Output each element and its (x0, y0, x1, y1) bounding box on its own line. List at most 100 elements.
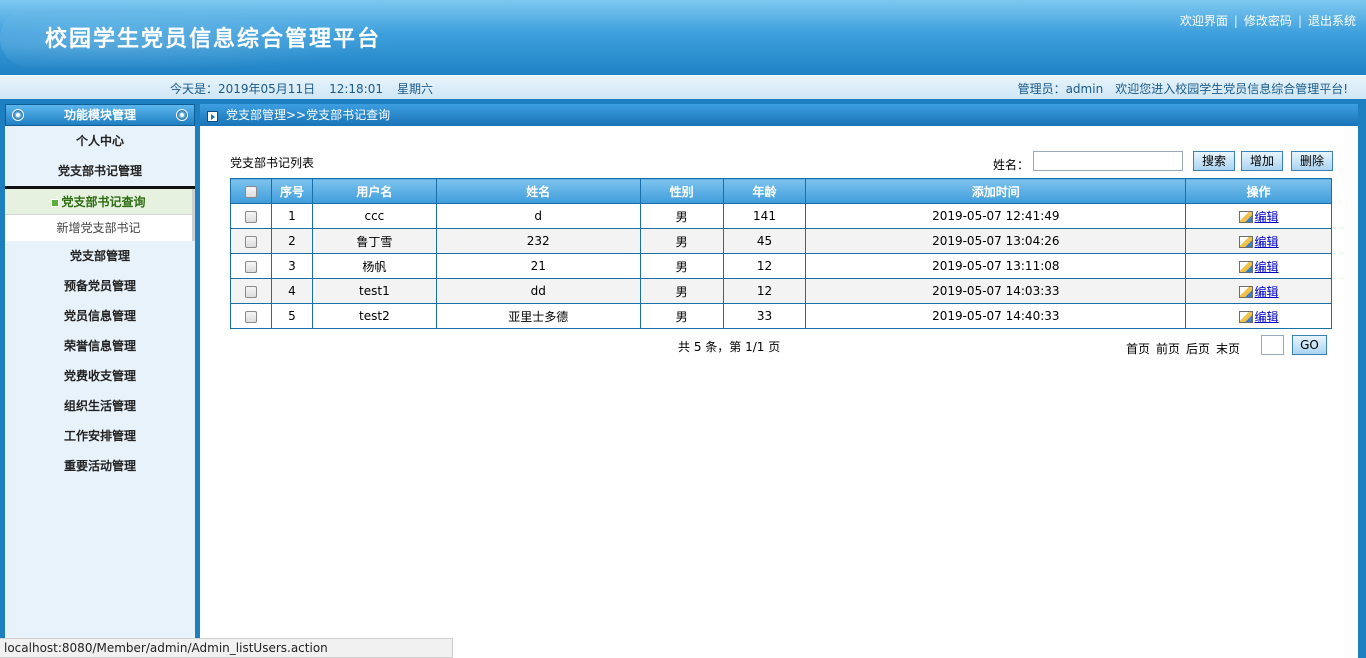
clock: 12:18:01 (329, 82, 383, 96)
search-button[interactable]: 搜索 (1193, 151, 1235, 171)
cell-age: 141 (722, 203, 807, 229)
cell-username: ccc (311, 203, 437, 229)
row-checkbox[interactable] (244, 210, 257, 223)
cell-gender: 男 (639, 253, 724, 279)
delete-button[interactable]: 删除 (1291, 151, 1333, 171)
change-password-link[interactable]: 修改密码 (1244, 14, 1292, 28)
submenu-item-add-secretary[interactable]: 新增党支部书记 (5, 215, 192, 241)
edit-icon[interactable] (1238, 286, 1253, 298)
table-row: 4 test1 dd 男 12 2019-05-07 14:03:33 编辑 (230, 278, 1332, 304)
column-header: 姓名 (435, 178, 641, 204)
cell-age: 12 (722, 253, 807, 279)
name-search-input[interactable] (1033, 151, 1183, 171)
cell-added-time: 2019-05-07 14:40:33 (805, 303, 1187, 329)
table-row: 2 鲁丁雪 232 男 45 2019-05-07 13:04:26 编辑 (230, 228, 1332, 254)
edit-icon[interactable] (1238, 311, 1253, 323)
row-select-cell[interactable] (230, 278, 272, 304)
info-strip: 今天是：2019年05月11日 12:18:01 星期六 管理员：admin 欢迎您进… (0, 75, 1366, 99)
cell-no: 4 (270, 278, 313, 304)
cell-gender: 男 (639, 303, 724, 329)
row-checkbox[interactable] (244, 285, 257, 298)
column-header: 操作 (1185, 178, 1332, 204)
edit-link[interactable]: 编辑 (1255, 285, 1279, 299)
welcome-message: 欢迎您进入校园学生党员信息综合管理平台! (1115, 82, 1348, 96)
page-summary: 共 5 条，第 1/1 页 (678, 340, 781, 354)
row-checkbox[interactable] (244, 310, 257, 323)
search-label: 姓名： (993, 158, 1030, 172)
sidebar-item-org-life[interactable]: 组织生活管理 (5, 391, 195, 421)
column-header: 序号 (270, 178, 313, 204)
sidebar-item-work-plan[interactable]: 工作安排管理 (5, 421, 195, 451)
edit-icon[interactable] (1238, 211, 1253, 223)
welcome-link[interactable]: 欢迎界面 (1180, 14, 1228, 28)
logout-link[interactable]: 退出系统 (1308, 14, 1356, 28)
add-button[interactable]: 增加 (1241, 151, 1283, 171)
weekday: 星期六 (397, 82, 434, 96)
go-button[interactable]: GO (1292, 335, 1327, 355)
sidebar-item-probationary[interactable]: 预备党员管理 (5, 271, 195, 301)
cell-gender: 男 (639, 228, 724, 254)
main-panel: 党支部管理>>党支部书记查询 党支部书记列表 姓名： 搜索 增加 删除 序号 用… (200, 104, 1358, 658)
edit-link[interactable]: 编辑 (1255, 260, 1279, 274)
submenu-item-secretary-query[interactable]: 党支部书记查询 (5, 189, 192, 215)
cell-no: 1 (270, 203, 313, 229)
cell-actions: 编辑 (1185, 228, 1332, 254)
cell-actions: 编辑 (1185, 303, 1332, 329)
user-info: 管理员：admin 欢迎您进入校园学生党员信息综合管理平台! (1006, 80, 1348, 97)
cell-no: 3 (270, 253, 313, 279)
row-select-cell[interactable] (230, 253, 272, 279)
top-banner: 校园学生党员信息综合管理平台 欢迎界面 | 修改密码 | 退出系统 (0, 0, 1366, 75)
sidebar-item-dues[interactable]: 党费收支管理 (5, 361, 195, 391)
cell-gender: 男 (639, 203, 724, 229)
date-display: 今天是：2019年05月11日 12:18:01 星期六 (170, 80, 447, 97)
table-row: 1 ccc d 男 141 2019-05-07 12:41:49 编辑 (230, 203, 1332, 229)
cell-username: 杨帆 (311, 253, 437, 279)
column-header: 年龄 (722, 178, 807, 204)
sidebar-item-honor[interactable]: 荣誉信息管理 (5, 331, 195, 361)
next-page-link[interactable]: 后页 (1186, 342, 1210, 356)
edit-link[interactable]: 编辑 (1255, 235, 1279, 249)
cell-added-time: 2019-05-07 13:04:26 (805, 228, 1187, 254)
edit-link[interactable]: 编辑 (1255, 310, 1279, 324)
sidebar-item-branch[interactable]: 党支部管理 (5, 241, 195, 271)
secretary-submenu: 党支部书记查询 新增党支部书记 (5, 189, 195, 241)
column-header: 用户名 (311, 178, 437, 204)
sidebar-item-member-info[interactable]: 党员信息管理 (5, 301, 195, 331)
cell-name: dd (435, 278, 641, 304)
cell-age: 33 (722, 303, 807, 329)
circle-icon (176, 109, 188, 121)
breadcrumb-text: 党支部管理>>党支部书记查询 (226, 108, 391, 122)
cell-age: 45 (722, 228, 807, 254)
cell-actions: 编辑 (1185, 278, 1332, 304)
sidebar-menu-lower: 党支部管理 预备党员管理 党员信息管理 荣誉信息管理 党费收支管理 组织生活管理… (5, 241, 195, 481)
column-header: 添加时间 (805, 178, 1187, 204)
row-select-cell[interactable] (230, 203, 272, 229)
edit-icon[interactable] (1238, 261, 1253, 273)
row-checkbox[interactable] (244, 235, 257, 248)
edit-icon[interactable] (1238, 236, 1253, 248)
row-checkbox[interactable] (244, 260, 257, 273)
circle-icon (12, 109, 24, 121)
row-select-cell[interactable] (230, 303, 272, 329)
play-icon (207, 111, 218, 122)
cell-added-time: 2019-05-07 12:41:49 (805, 203, 1187, 229)
top-links: 欢迎界面 | 修改密码 | 退出系统 (1179, 14, 1356, 28)
row-select-cell[interactable] (230, 228, 272, 254)
table-row: 5 test2 亚里士多德男 33 2019-05-07 14:40:33 编辑 (230, 303, 1332, 329)
cell-actions: 编辑 (1185, 253, 1332, 279)
first-page-link[interactable]: 首页 (1126, 342, 1150, 356)
sidebar-item-activities[interactable]: 重要活动管理 (5, 451, 195, 481)
select-all-checkbox[interactable] (244, 185, 257, 198)
select-all-header[interactable] (230, 178, 272, 204)
prev-page-link[interactable]: 前页 (1156, 342, 1180, 356)
sidebar-item-secretary-management[interactable]: 党支部书记管理 (5, 156, 195, 189)
cell-added-time: 2019-05-07 13:11:08 (805, 253, 1187, 279)
sidebar-item-personal-center[interactable]: 个人中心 (5, 126, 195, 156)
cell-username: 鲁丁雪 (311, 228, 437, 254)
edit-link[interactable]: 编辑 (1255, 210, 1279, 224)
last-page-link[interactable]: 末页 (1216, 342, 1240, 356)
cell-actions: 编辑 (1185, 203, 1332, 229)
page-number-input[interactable] (1261, 335, 1284, 355)
cell-age: 12 (722, 278, 807, 304)
table-header-row: 序号 用户名 姓名 性别 年龄 添加时间 操作 (230, 178, 1332, 204)
